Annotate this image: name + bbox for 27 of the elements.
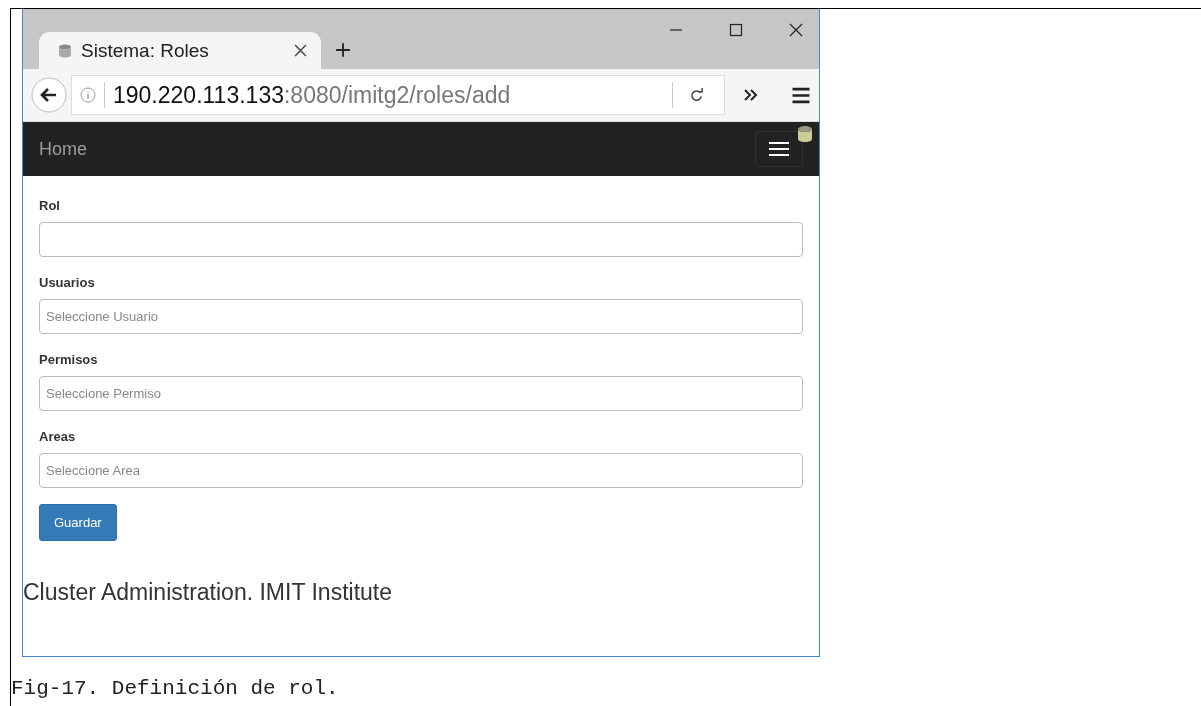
- new-tab-icon[interactable]: [335, 42, 351, 58]
- close-icon[interactable]: [294, 44, 307, 57]
- url-text: 190.220.113.133:8080/imitg2/roles/add: [113, 81, 511, 109]
- menu-icon: [768, 141, 790, 157]
- reload-icon[interactable]: [689, 87, 704, 103]
- close-icon[interactable]: [789, 23, 803, 37]
- input-field[interactable]: Seleccione Permiso: [39, 376, 803, 411]
- back-icon[interactable]: [31, 77, 67, 113]
- save-button[interactable]: Guardar: [39, 504, 117, 541]
- input-field[interactable]: Seleccione Area: [39, 453, 803, 488]
- input-field[interactable]: Seleccione Usuario: [39, 299, 803, 334]
- database-icon[interactable]: [795, 124, 815, 144]
- database-icon: [57, 42, 73, 59]
- field-label: Permisos: [39, 352, 99, 367]
- address-field[interactable]: 190.220.113.133:8080/imitg2/roles/add: [71, 75, 725, 115]
- field-label: Rol: [39, 198, 61, 213]
- menu-icon[interactable]: [791, 86, 811, 104]
- home-link[interactable]: Home: [39, 138, 87, 160]
- info-icon: [80, 87, 96, 103]
- footer-text: Cluster Administration. IMIT Institute: [23, 579, 393, 606]
- input-field[interactable]: [39, 222, 803, 257]
- maximize-icon[interactable]: [729, 23, 743, 37]
- browser-tab[interactable]: Sistema: Roles: [39, 32, 321, 69]
- chevron-icon[interactable]: [743, 88, 759, 102]
- figure-caption: Fig-17. Definición de rol.: [11, 677, 340, 700]
- field-label: Areas: [39, 429, 77, 444]
- field-label: Usuarios: [39, 275, 96, 290]
